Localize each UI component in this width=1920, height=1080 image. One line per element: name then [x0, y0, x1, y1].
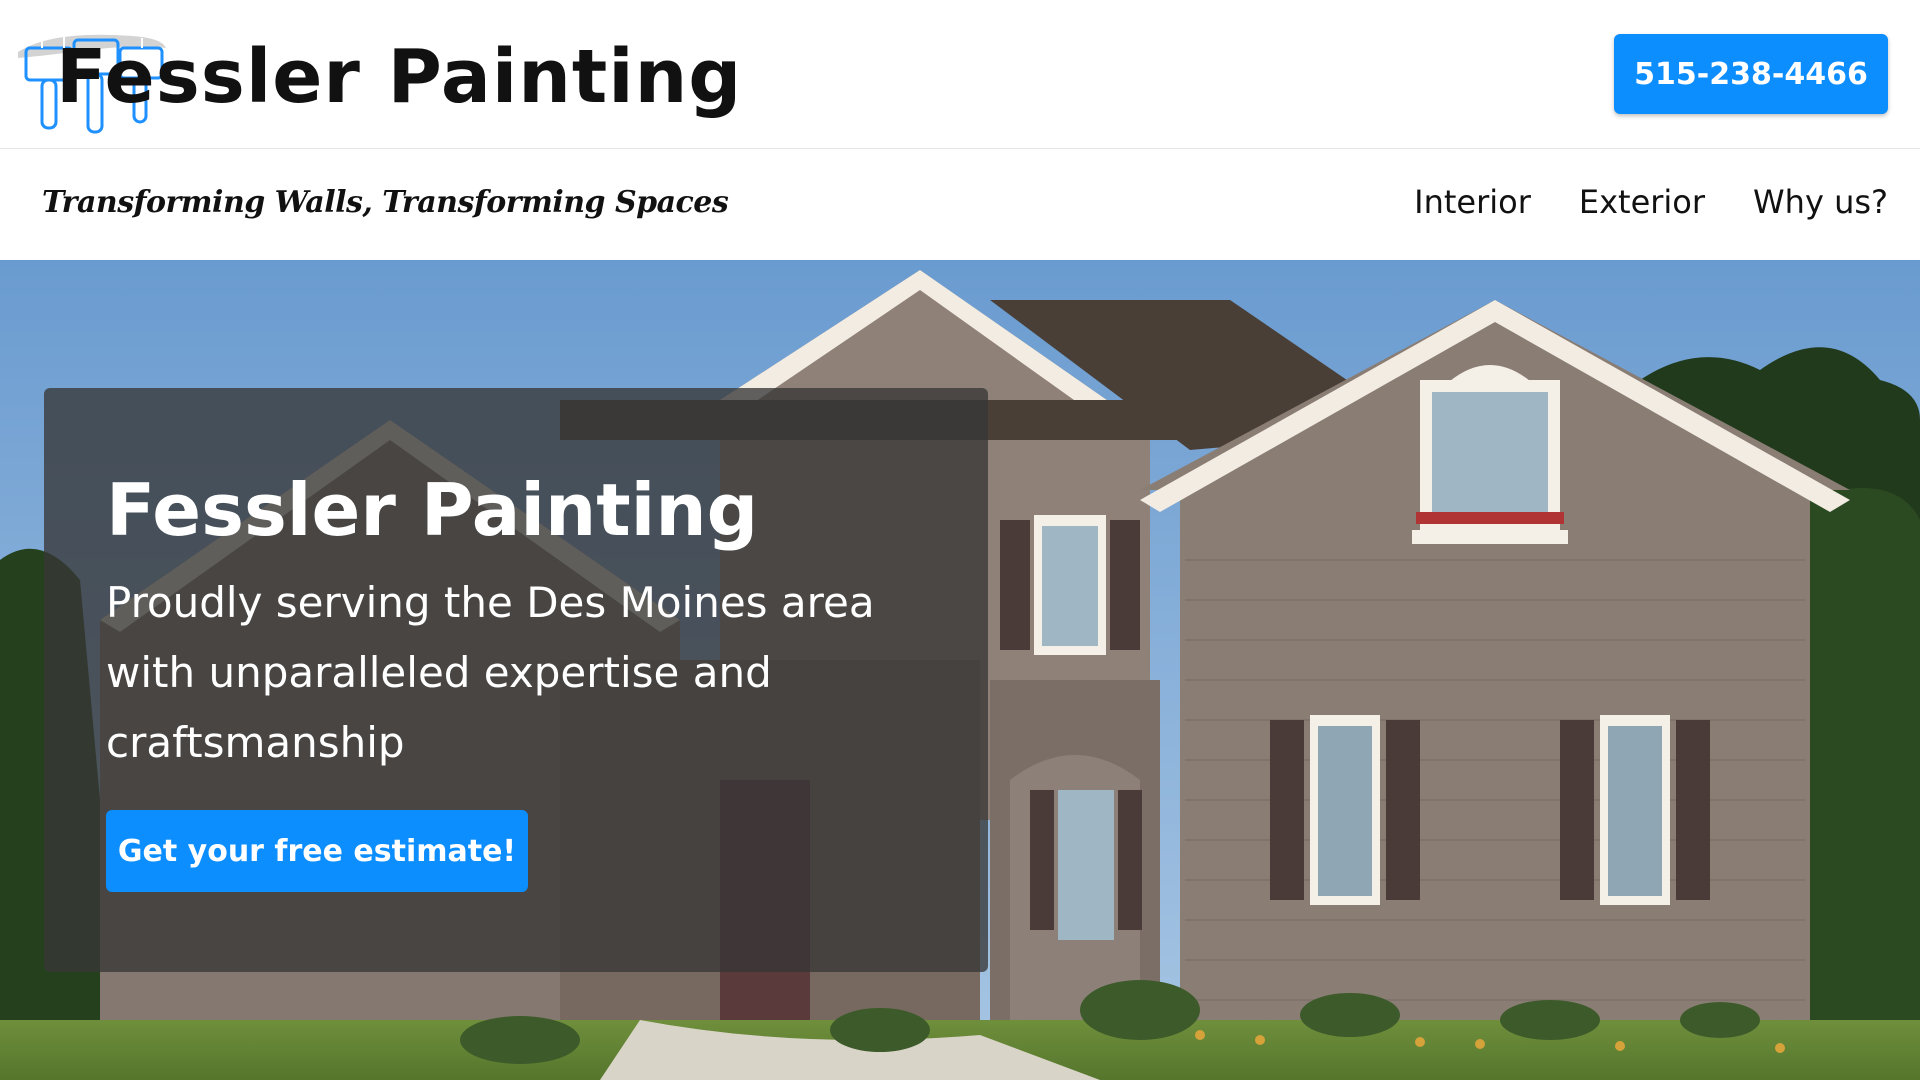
hero-subtitle: Proudly serving the Des Moines area with…	[106, 578, 875, 767]
site-header: Fessler Painting 515-238-4466	[0, 0, 1920, 149]
phone-button[interactable]: 515-238-4466	[1614, 34, 1888, 114]
tagline: Transforming Walls, Transforming Spaces	[42, 185, 729, 220]
main-navigation: Transforming Walls, Transforming Spaces …	[0, 149, 1920, 260]
brand-name: Fessler Painting	[56, 34, 743, 120]
nav-links: Interior Exterior Why us?	[1414, 183, 1888, 221]
hero-title: Fessler Painting	[106, 468, 759, 552]
hero-section: Fessler Painting Proudly serving the Des…	[0, 260, 1920, 1080]
free-estimate-button[interactable]: Get your free estimate!	[106, 810, 528, 892]
nav-link-exterior[interactable]: Exterior	[1579, 183, 1705, 221]
nav-link-interior[interactable]: Interior	[1414, 183, 1531, 221]
hero-overlay: Fessler Painting Proudly serving the Des…	[44, 388, 988, 972]
site-logo[interactable]: Fessler Painting	[12, 14, 741, 134]
nav-link-why-us[interactable]: Why us?	[1753, 183, 1888, 221]
